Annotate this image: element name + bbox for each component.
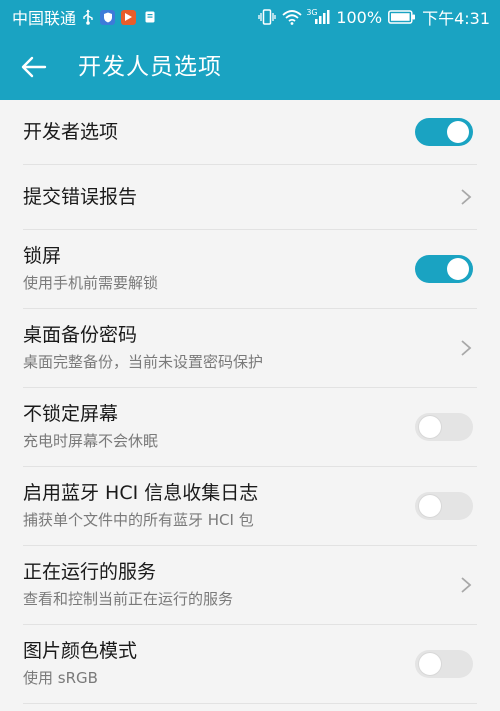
chevron-right-icon <box>461 577 472 593</box>
setting-title: 启用蓝牙 HCI 信息收集日志 <box>23 482 259 504</box>
usb-icon <box>82 9 94 25</box>
setting-title: 开发者选项 <box>23 121 119 143</box>
setting-title: 不锁定屏幕 <box>23 403 119 425</box>
chevron-right-icon <box>461 340 472 356</box>
status-bar: 中国联通 3G 100% 下午4:31 <box>0 0 500 34</box>
toggle-knob <box>447 121 469 143</box>
setting-subtitle: 充电时屏幕不会休眠 <box>23 432 159 450</box>
setting-subtitle: 捕获单个文件中的所有蓝牙 HCI 包 <box>23 511 254 529</box>
stay-awake-toggle[interactable] <box>415 413 473 441</box>
app-bar: 开发人员选项 <box>0 34 500 100</box>
setting-running-services[interactable]: 正在运行的服务 查看和控制当前正在运行的服务 <box>23 546 477 625</box>
status-bar-left: 中国联通 <box>12 0 157 34</box>
setting-desktop-backup-password[interactable]: 桌面备份密码 桌面完整备份，当前未设置密码保护 <box>23 309 477 388</box>
network-type-label: 3G <box>306 8 318 17</box>
setting-screen-lock[interactable]: 锁屏 使用手机前需要解锁 <box>23 230 477 309</box>
carrier-name: 中国联通 <box>12 9 77 28</box>
bluetooth-hci-log-toggle[interactable] <box>415 492 473 520</box>
setting-title: 正在运行的服务 <box>23 561 157 583</box>
back-button[interactable] <box>14 47 54 87</box>
setting-picture-color-mode[interactable]: 图片颜色模式 使用 sRGB <box>23 625 477 704</box>
developer-options-toggle[interactable] <box>415 118 473 146</box>
setting-developer-options[interactable]: 开发者选项 <box>23 100 477 165</box>
setting-title: 提交错误报告 <box>23 186 138 208</box>
toggle-knob <box>419 495 441 517</box>
setting-title: 锁屏 <box>23 245 62 267</box>
toggle-knob <box>419 653 441 675</box>
battery-percent: 100% <box>336 7 383 27</box>
setting-bluetooth-hci-log[interactable]: 启用蓝牙 HCI 信息收集日志 捕获单个文件中的所有蓝牙 HCI 包 <box>23 467 477 546</box>
setting-subtitle: 桌面完整备份，当前未设置密码保护 <box>23 353 264 371</box>
video-app-icon <box>121 9 137 25</box>
page-title: 开发人员选项 <box>78 54 222 80</box>
toggle-knob <box>447 258 469 280</box>
clipboard-icon <box>142 10 157 25</box>
picture-color-mode-toggle[interactable] <box>415 650 473 678</box>
wifi-icon <box>282 9 302 25</box>
screen-lock-toggle[interactable] <box>415 255 473 283</box>
battery-icon <box>388 10 416 24</box>
setting-subtitle: 查看和控制当前正在运行的服务 <box>23 590 234 608</box>
setting-subtitle: 使用手机前需要解锁 <box>23 274 159 292</box>
back-arrow-icon <box>21 56 47 78</box>
setting-subtitle: 使用 sRGB <box>23 669 98 687</box>
signal-icon: 3G <box>306 8 330 25</box>
settings-list: 开发者选项 提交错误报告 锁屏 使用手机前需要解锁 桌面备份密码 桌面完整备份，… <box>0 100 500 704</box>
setting-title: 图片颜色模式 <box>23 640 138 662</box>
status-bar-right: 3G 100% 下午4:31 <box>258 0 490 34</box>
vibrate-icon <box>258 9 276 25</box>
setting-bug-report[interactable]: 提交错误报告 <box>23 165 477 230</box>
setting-stay-awake[interactable]: 不锁定屏幕 充电时屏幕不会休眠 <box>23 388 477 467</box>
chevron-right-icon <box>461 189 472 205</box>
toggle-knob <box>419 416 441 438</box>
shield-app-icon <box>100 9 116 25</box>
setting-title: 桌面备份密码 <box>23 324 138 346</box>
clock: 下午4:31 <box>422 9 490 28</box>
